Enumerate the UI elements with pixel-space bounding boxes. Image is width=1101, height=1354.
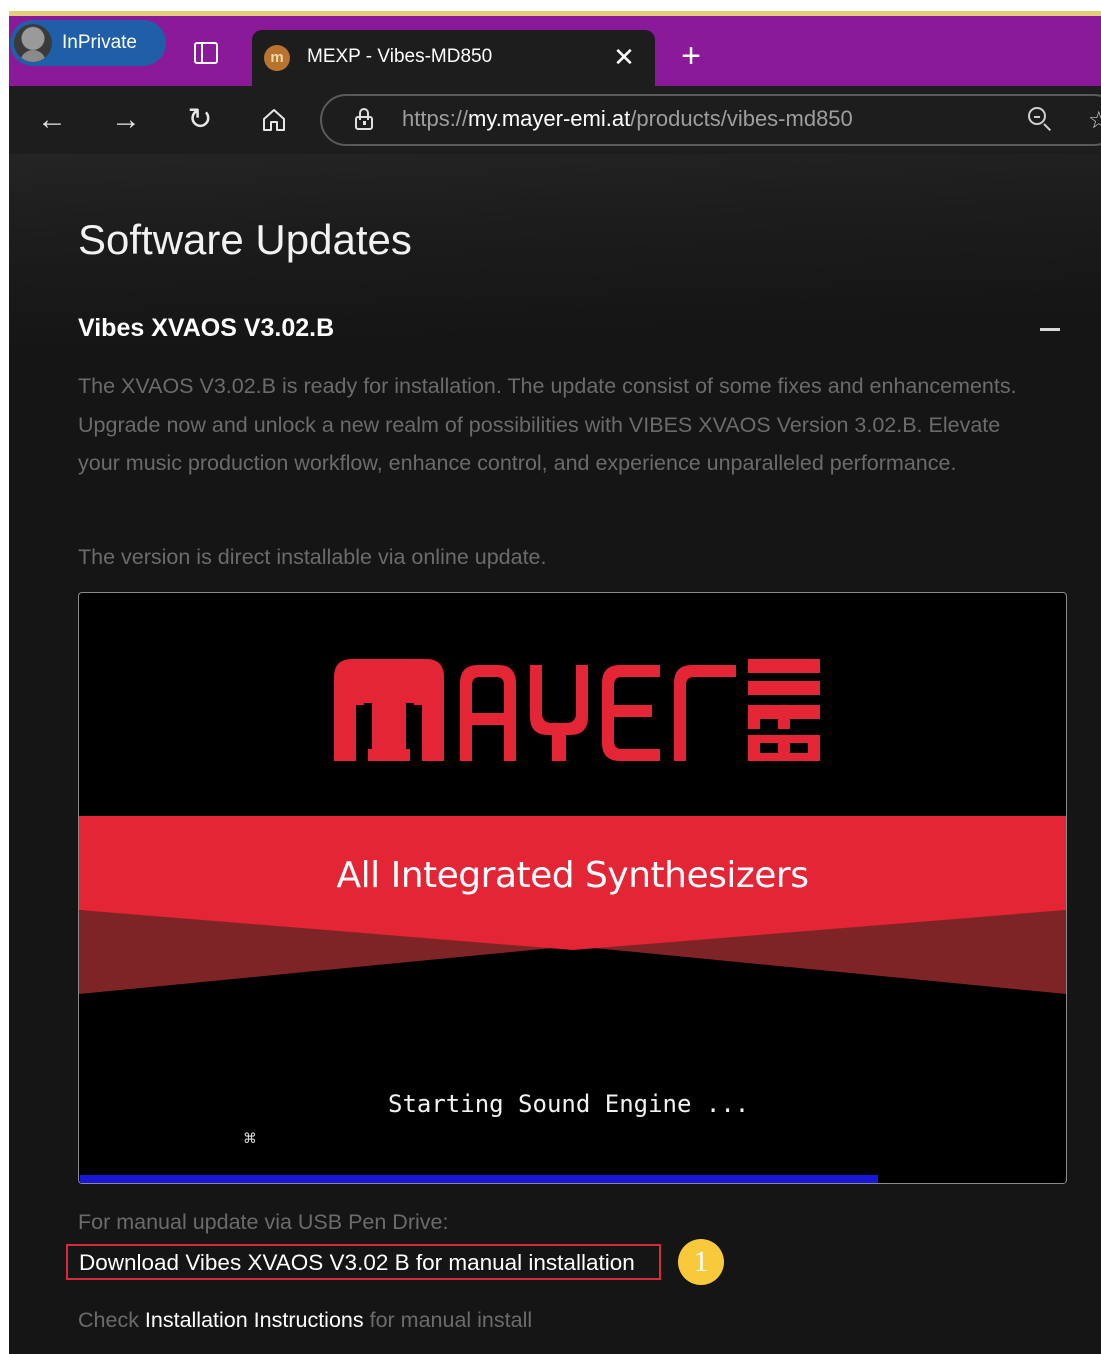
inprivate-button[interactable]: InPrivate	[10, 20, 166, 66]
home-icon[interactable]	[254, 100, 294, 140]
tab-actions-icon[interactable]	[185, 32, 227, 74]
check-prefix: Check	[78, 1308, 145, 1332]
installation-instructions-line: Check Installation Instructions for manu…	[78, 1308, 532, 1333]
browser-tab-active[interactable]: m MEXP - Vibes-MD850 ✕	[252, 30, 655, 86]
mouse-cursor-icon: ⌘	[243, 1130, 257, 1146]
profile-avatar-icon	[14, 24, 52, 62]
step-badge: 1	[678, 1239, 724, 1285]
boot-status-text: Starting Sound Engine ...	[388, 1090, 750, 1118]
mayer-emi-logo	[334, 659, 820, 761]
page-title: Software Updates	[78, 216, 412, 263]
close-icon[interactable]: ✕	[607, 40, 641, 74]
manual-update-label: For manual update via USB Pen Drive:	[78, 1210, 449, 1234]
site-favicon-icon: m	[264, 45, 290, 71]
check-suffix: for manual install	[363, 1308, 533, 1332]
collapse-minus-icon[interactable]	[1040, 328, 1060, 331]
banner-tagline: All Integrated Synthesizers	[336, 855, 809, 896]
url-text[interactable]: https://my.mayer-emi.at/products/vibes-m…	[402, 106, 853, 132]
boot-progress-fill	[80, 1175, 878, 1183]
zoom-icon[interactable]	[1026, 105, 1056, 135]
update-description: The XVAOS V3.02.B is ready for installat…	[78, 374, 1017, 475]
lock-icon[interactable]	[354, 108, 376, 130]
installation-instructions-link[interactable]: Installation Instructions	[145, 1308, 364, 1332]
back-arrow-icon[interactable]: ←	[32, 100, 72, 140]
boot-progress-bar	[80, 1175, 1065, 1183]
refresh-icon[interactable]: ↻	[180, 100, 220, 140]
favorite-star-icon[interactable]: ☆	[1088, 106, 1101, 135]
forward-arrow-icon[interactable]: →	[106, 100, 146, 140]
new-tab-icon[interactable]: +	[670, 36, 712, 78]
download-manual-link[interactable]: Download Vibes XVAOS V3.02 B for manual …	[66, 1244, 661, 1280]
section-title[interactable]: Vibes XVAOS V3.02.B	[78, 314, 334, 343]
inprivate-label: InPrivate	[62, 32, 137, 53]
online-update-note: The version is direct installable via on…	[78, 545, 547, 569]
tab-title: MEXP - Vibes-MD850	[307, 46, 493, 67]
